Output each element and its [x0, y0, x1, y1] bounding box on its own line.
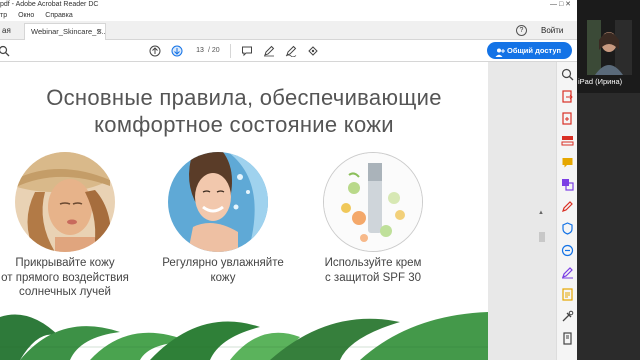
moisturizing-woman-image	[168, 152, 268, 252]
stamp-icon[interactable]	[306, 44, 319, 57]
page-down-icon[interactable]	[170, 44, 183, 57]
combine-files-icon[interactable]	[561, 178, 574, 191]
tools-pane	[556, 62, 577, 360]
document-area: Основные правила, обеспечивающие комфорт…	[0, 62, 577, 360]
page-number-input[interactable]: 13	[193, 45, 207, 56]
tab-document[interactable]: Webinar_Skincare_S... ×	[24, 23, 106, 40]
comment-tool-icon[interactable]	[561, 156, 574, 169]
fill-sign-icon[interactable]	[561, 200, 574, 213]
palm-leaves-decoration	[0, 307, 488, 360]
video-participant-tile[interactable]: iPad (Ирина)	[577, 0, 640, 93]
edit-pdf-icon[interactable]	[561, 134, 574, 147]
create-pdf-icon[interactable]	[561, 112, 574, 125]
print-production-icon[interactable]	[561, 332, 574, 345]
toolbar: 13 / 20 Общий доступ	[0, 40, 577, 62]
slide-title-line-2: комфортное состояние кожи	[94, 112, 394, 137]
tab-bar: ая Webinar_Skincare_S... × ? Войти	[0, 21, 577, 40]
more-tools-icon[interactable]	[561, 310, 574, 323]
page-up-icon[interactable]	[148, 44, 161, 57]
acrobat-window: pdf - Adobe Acrobat Reader DC — □ ✕ тр О…	[0, 0, 577, 360]
scan-icon[interactable]	[561, 288, 574, 301]
caption-line: с защитой SPF 30	[324, 271, 421, 284]
pdf-page: Основные правила, обеспечивающие комфорт…	[0, 62, 488, 360]
send-for-signature-icon[interactable]	[561, 266, 574, 279]
window-controls[interactable]: — □ ✕	[550, 0, 571, 10]
toolbar-divider	[230, 44, 231, 58]
menu-item-window[interactable]: Окно	[18, 12, 34, 19]
window-title: pdf - Adobe Acrobat Reader DC	[0, 1, 99, 8]
caption-line: кожу	[210, 271, 236, 284]
tab-document-label: Webinar_Skincare_S...	[31, 27, 106, 36]
page-total: / 20	[208, 47, 220, 54]
caption-sun-protection: Прикрывайте кожу от прямого воздействия …	[0, 256, 150, 300]
comment-icon[interactable]	[240, 44, 253, 57]
share-button-label: Общий доступ	[507, 46, 562, 55]
spf-cream-image	[323, 152, 423, 252]
protect-icon[interactable]	[561, 222, 574, 235]
slide-title: Основные правила, обеспечивающие комфорт…	[0, 84, 488, 138]
menu-item-help[interactable]: Справка	[45, 12, 72, 19]
close-tab-icon[interactable]: ×	[97, 24, 102, 39]
help-icon[interactable]: ?	[516, 25, 527, 36]
highlight-pen-icon[interactable]	[262, 44, 275, 57]
menu-bar: тр Окно Справка	[0, 10, 577, 21]
search-icon[interactable]	[0, 44, 10, 57]
zoom-icon[interactable]	[561, 68, 574, 81]
video-panel-background	[577, 93, 640, 360]
tab-home[interactable]: ая	[0, 21, 11, 40]
caption-line: от прямого воздействия	[1, 271, 129, 284]
add-user-icon	[495, 46, 505, 63]
draw-icon[interactable]	[284, 44, 297, 57]
caption-line: Прикрывайте кожу	[15, 257, 115, 269]
vertical-scrollbar[interactable]: ▲	[537, 62, 547, 360]
caption-spf-cream: Используйте крем с защитой SPF 30	[288, 256, 458, 285]
title-bar: pdf - Adobe Acrobat Reader DC — □ ✕	[0, 0, 577, 10]
optimize-icon[interactable]	[561, 244, 574, 257]
slide-title-line-1: Основные правила, обеспечивающие	[46, 85, 442, 110]
caption-moisturize: Регулярно увлажняйте кожу	[138, 256, 308, 285]
sun-hat-woman-image	[15, 152, 115, 252]
share-button[interactable]: Общий доступ	[487, 42, 572, 59]
participant-label: iPad (Ирина)	[578, 77, 623, 86]
caption-line: Регулярно увлажняйте	[162, 257, 284, 269]
scroll-up-icon[interactable]: ▲	[538, 210, 544, 216]
caption-line: Используйте крем	[324, 257, 422, 269]
menu-item-view[interactable]: тр	[0, 12, 7, 19]
participant-avatar	[587, 20, 632, 75]
export-pdf-icon[interactable]	[561, 90, 574, 103]
scrollbar-thumb[interactable]	[539, 232, 545, 242]
caption-line: солнечных лучей	[19, 286, 111, 298]
login-button[interactable]: Войти	[541, 21, 563, 40]
